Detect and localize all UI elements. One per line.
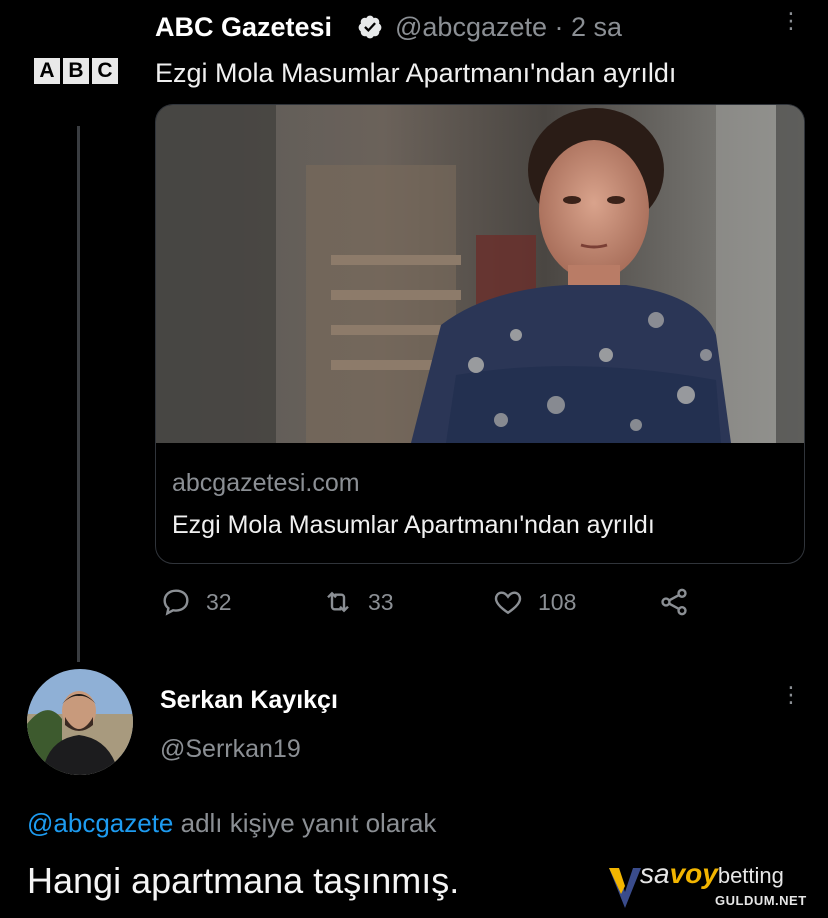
watermark-brand-prefix: sa [640,858,670,889]
tweet-text: Ezgi Mola Masumlar Apartmanı'ndan ayrıld… [155,58,677,88]
share-icon [661,588,687,616]
watermark-brand-highlight: voy [669,858,718,889]
watermark-site: GULDUM.NET [715,893,807,908]
watermark-v-logo-icon [609,868,641,908]
tweet-author-name[interactable]: ABC Gazetesi [155,12,332,43]
avatar[interactable] [27,669,133,775]
reply-text: Hangi apartmana taşınmış. [27,860,460,901]
logo-letter-c: C [92,58,118,84]
watermark-brand-suffix: betting [717,863,784,888]
logo-letter-b: B [63,58,89,84]
like-count: 108 [538,588,577,615]
heart-icon [494,591,522,615]
link-preview-card[interactable]: abcgazetesi.com Ezgi Mola Masumlar Apart… [155,104,805,564]
verified-badge-icon [358,15,382,39]
more-vertical-icon[interactable]: ⋮ [780,684,802,706]
card-title: Ezgi Mola Masumlar Apartmanı'ndan ayrıld… [172,511,655,539]
reply-button[interactable]: 32 [160,586,232,618]
like-button[interactable]: 108 [492,586,576,618]
reply-author-handle[interactable]: @Serrkan19 [160,735,301,764]
reply-author-name[interactable]: Serkan Kayıkçı [160,686,338,715]
more-vertical-icon[interactable]: ⋮ [780,10,802,32]
card-domain: abcgazetesi.com [172,469,360,497]
retweet-button[interactable]: 33 [322,586,394,618]
watermark-brand: savoybetting [640,858,784,890]
replying-to: @abcgazete adlı kişiye yanıt olarak [27,808,436,839]
reply-icon [163,589,189,616]
card-image [156,105,804,443]
retweet-icon [327,591,349,613]
mention-link[interactable]: @abcgazete [27,808,173,838]
retweet-count: 33 [368,588,394,615]
tweet-author-handle[interactable]: @abcgazete · 2 sa [395,12,622,43]
reply-count: 32 [206,588,232,615]
share-button[interactable] [658,586,690,618]
abc-logo-avatar[interactable]: A B C [34,58,118,84]
thread-line [77,126,80,662]
replying-to-label: adlı kişiye yanıt olarak [173,808,437,838]
logo-letter-a: A [34,58,60,84]
avatar-image [27,669,133,775]
